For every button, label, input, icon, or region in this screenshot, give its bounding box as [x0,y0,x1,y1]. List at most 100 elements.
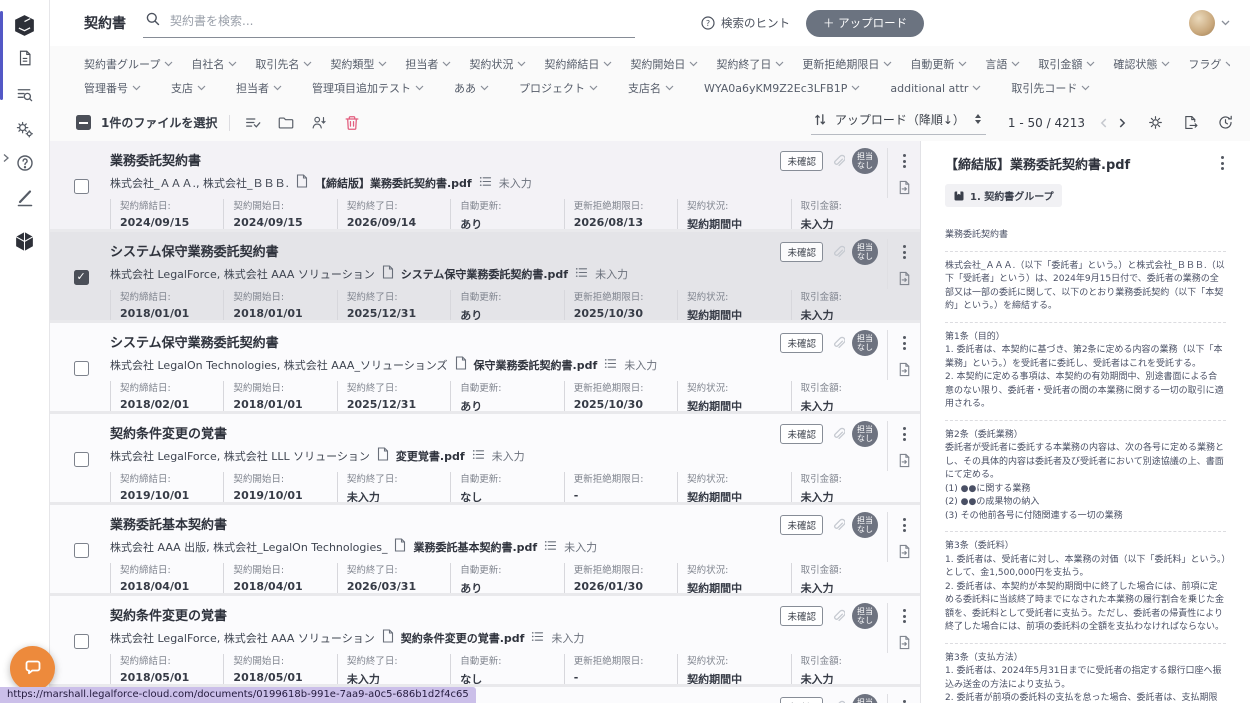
filter-chip[interactable]: 自社名 [191,56,237,72]
assignee-badge[interactable]: 担当なし [852,603,878,629]
history-icon[interactable] [1215,112,1236,133]
contract-row[interactable]: 業務委託基本契約書 株式会社 AAA 出版, 株式会社_LegalOn Tech… [50,505,920,593]
filter-chip[interactable]: 契約状況 [469,56,526,72]
filter-chip[interactable]: 契約終了日 [716,56,784,72]
chevron-down-icon [197,85,206,91]
filter-chip[interactable]: 確認状態 [1113,56,1170,72]
sort-caret-buttons[interactable] [975,114,981,125]
contract-file-name[interactable]: 業務委託基本契約書.pdf [413,539,537,555]
sidebar-item-search-list[interactable] [15,85,34,104]
row-checkbox[interactable] [74,634,89,649]
chat-support-button[interactable] [10,646,55,691]
paperclip-icon[interactable] [830,244,845,259]
paperclip-icon[interactable] [830,608,845,623]
account-menu[interactable] [1189,10,1230,36]
filter-chip[interactable]: 契約書グループ [84,56,173,72]
paperclip-icon[interactable] [830,517,845,532]
filter-chip[interactable]: 管理番号 [84,80,141,96]
contract-file-name[interactable]: 保守業務委託契約書.pdf [474,357,598,373]
filter-chip[interactable]: ああ [454,80,489,96]
row-checkbox[interactable] [74,361,89,376]
contract-row[interactable]: 契約条件変更の覚書 株式会社 LegalForce, 株式会社 AAA ソリュー… [50,596,920,684]
previous-page-button[interactable] [1095,114,1113,132]
bulk-confirm-icon[interactable] [242,112,264,134]
contract-file-name[interactable]: 変更覚書.pdf [396,448,465,464]
contract-row[interactable]: 契約条件変更の覚書 株式会社 LegalForce, 株式会社 LLL ソリュー… [50,414,920,502]
filter-chip[interactable]: 取引先名 [255,56,312,72]
search-bar[interactable] [143,9,635,38]
assignee-badge[interactable]: 担当なし [852,421,878,447]
document-preview-icon[interactable] [897,635,912,654]
filter-chip[interactable]: 契約類型 [330,56,387,72]
delete-trash-icon[interactable] [341,112,363,134]
row-menu-button[interactable] [901,516,908,534]
filter-chip[interactable]: 契約開始日 [630,56,698,72]
filter-chip[interactable]: 言語 [985,56,1020,72]
assignee-badge[interactable]: 担当なし [852,239,878,265]
assignee-badge[interactable]: 担当なし [852,330,878,356]
filter-chip[interactable]: 管理項目追加テスト [312,80,424,96]
upload-button[interactable]: ＋ アップロード [806,10,924,37]
move-folder-icon[interactable] [275,112,297,134]
paperclip-icon[interactable] [830,335,845,350]
contract-group-chip[interactable]: 1. 契約書グループ [945,184,1062,207]
search-input[interactable] [170,14,633,28]
filter-chip[interactable]: 更新拒絶期限日 [802,56,892,72]
assignee-badge[interactable]: 担当なし [852,512,878,538]
filter-chip[interactable]: プロジェクト [519,80,598,96]
list-settings-gear-icon[interactable] [1145,112,1166,133]
row-checkbox[interactable] [74,270,89,285]
avatar[interactable] [1189,10,1215,36]
assignee-badge[interactable]: 担当なし [852,694,878,703]
document-preview-icon[interactable] [897,180,912,199]
row-menu-button[interactable] [901,698,908,703]
contract-row[interactable]: 業務委託契約書 株式会社_ＡＡＡ., 株式会社_ＢＢＢ. 【締結版】業務委託契約… [50,141,920,229]
document-preview-icon[interactable] [897,362,912,381]
filter-chip[interactable]: 自動更新 [910,56,967,72]
sidebar-item-help[interactable] [15,153,35,173]
preview-menu-button[interactable] [1219,154,1226,172]
assign-person-icon[interactable] [308,112,330,134]
filter-chip-label: フラグ [1188,56,1221,72]
sidebar-item-settings[interactable] [14,119,35,140]
next-page-button[interactable] [1113,114,1131,132]
contract-file-name[interactable]: 【締結版】業務委託契約書.pdf [315,175,472,191]
contract-file-name[interactable]: 契約条件変更の覚書.pdf [401,630,525,646]
row-menu-button[interactable] [901,243,908,261]
row-menu-button[interactable] [901,425,908,443]
document-preview-icon[interactable] [897,453,912,472]
filter-chip[interactable]: フラグ [1188,56,1230,72]
filter-chip[interactable]: 取引先コード [1011,80,1090,96]
row-menu-button[interactable] [901,334,908,352]
select-all-checkbox[interactable] [76,115,91,130]
paperclip-icon[interactable] [830,426,845,441]
sidebar-item-edit[interactable] [15,187,35,207]
filter-chip[interactable]: 担当者 [236,80,282,96]
sidebar-expand-chevron-icon[interactable] [2,148,10,167]
paperclip-icon[interactable] [830,153,845,168]
row-checkbox[interactable] [74,179,89,194]
contract-row[interactable]: システム保守業務委託契約書 株式会社 LegalOn Technologies,… [50,323,920,411]
contract-row[interactable]: システム保守業務委託契約書 株式会社 LegalForce, 株式会社 AAA … [50,232,920,320]
document-preview-icon[interactable] [897,271,912,290]
sidebar-item-documents[interactable] [9,42,41,74]
sidebar-item-modules[interactable] [13,230,36,253]
export-icon[interactable] [1180,112,1201,133]
search-hint-link[interactable]: ? 検索のヒント [701,15,790,31]
filter-chip[interactable]: 支店 [171,80,206,96]
row-menu-button[interactable] [901,152,908,170]
row-checkbox[interactable] [74,543,89,558]
filter-chip[interactable]: 支店名 [628,80,674,96]
filter-chip[interactable]: 担当者 [405,56,451,72]
filter-chip[interactable]: WYA0a6yKM9Z2Ec3LFB1P [704,82,860,95]
sort-control[interactable]: アップロード（降順↓） [811,111,986,135]
filter-chip[interactable]: 取引金額 [1038,56,1095,72]
row-menu-button[interactable] [901,607,908,625]
row-checkbox[interactable] [74,452,89,467]
document-preview-icon[interactable] [897,544,912,563]
filter-chip[interactable]: additional attr [890,82,981,95]
contract-file-name[interactable]: システム保守業務委託契約書.pdf [401,266,568,282]
paperclip-icon[interactable] [830,699,845,703]
assignee-badge[interactable]: 担当なし [852,148,878,174]
filter-chip[interactable]: 契約締結日 [544,56,612,72]
